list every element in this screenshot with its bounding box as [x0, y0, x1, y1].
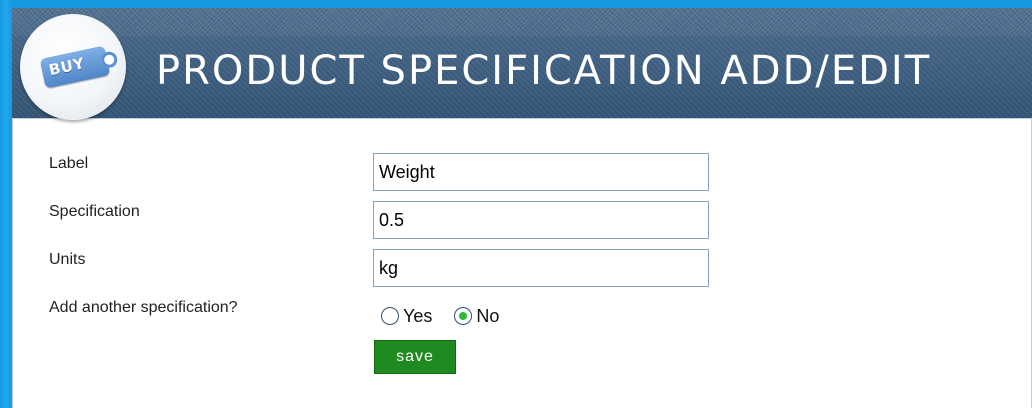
specification-input[interactable] [373, 201, 709, 239]
page-title: PRODUCT SPECIFICATION ADD/EDIT [156, 48, 932, 94]
radio-yes-icon[interactable] [381, 307, 399, 325]
form-panel: Label Specification Units Add another sp… [12, 118, 1032, 408]
logo-text: BUY [47, 54, 87, 80]
add-another-label: Add another specification? [49, 299, 238, 316]
radio-no-icon[interactable] [454, 307, 473, 325]
label-field-label: Label [49, 155, 89, 172]
save-button[interactable]: save [374, 340, 456, 374]
units-field-label: Units [49, 251, 86, 268]
radio-option-yes[interactable]: Yes [381, 306, 432, 327]
add-another-radio-group: Yes No [381, 302, 499, 330]
header-stripe [12, 8, 1032, 36]
radio-option-no[interactable]: No [454, 306, 499, 327]
buy-tag-logo-icon: BUY [20, 14, 126, 120]
radio-yes-label: Yes [403, 305, 433, 326]
radio-no-label: No [476, 305, 500, 326]
label-input[interactable] [373, 153, 709, 191]
units-input[interactable] [373, 249, 709, 287]
price-tag-icon: BUY [39, 45, 111, 89]
specification-field-label: Specification [49, 203, 140, 220]
page-header: PRODUCT SPECIFICATION ADD/EDIT [12, 8, 1032, 118]
